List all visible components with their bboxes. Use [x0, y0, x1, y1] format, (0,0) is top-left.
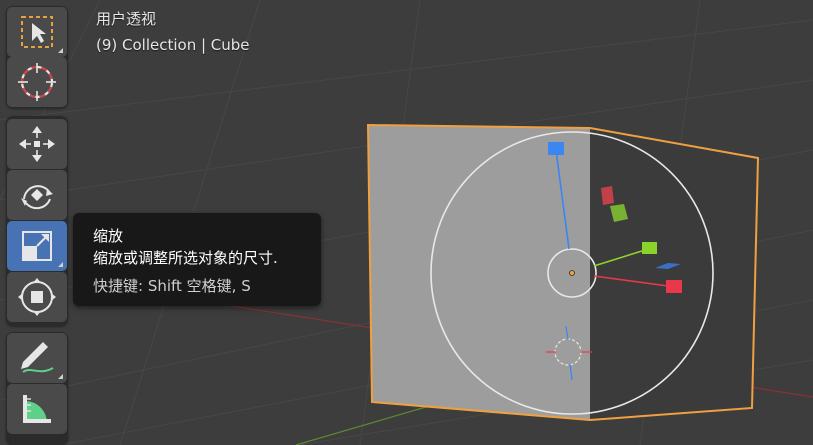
- select-box-icon: [21, 16, 53, 48]
- collection-info-label: (9) Collection | Cube: [96, 36, 250, 54]
- transform-icon: [18, 278, 56, 316]
- toolbar-group-annotate: [6, 332, 68, 445]
- cube-face-left: [368, 125, 590, 420]
- tooltip-shortcut: 快捷键: Shift 空格键, S: [93, 277, 251, 295]
- scale-tool-tooltip: 缩放 缩放或调整所选对象的尺寸. 快捷键: Shift 空格键, S: [73, 213, 321, 306]
- z-axis-handle[interactable]: [548, 142, 564, 155]
- tooltip-title: 缩放: [93, 227, 124, 245]
- tool-select-box-button[interactable]: [7, 7, 67, 57]
- tool-move-button[interactable]: [7, 119, 67, 169]
- view-name-label: 用户透视: [96, 10, 157, 28]
- toolbar-group-transform: [6, 116, 68, 326]
- xz-plane-handle[interactable]: [601, 186, 614, 205]
- tooltip-description: 缩放或调整所选对象的尺寸.: [93, 249, 278, 267]
- y-axis-handle[interactable]: [642, 242, 657, 254]
- gizmo-center-dot: [569, 270, 575, 276]
- cursor-icon: [18, 63, 56, 101]
- annotate-icon: [21, 342, 54, 373]
- tool-rotate-button[interactable]: [7, 170, 67, 220]
- cube-face-right: [590, 128, 758, 420]
- tool-measure-button[interactable]: [7, 384, 67, 434]
- measure-icon: [23, 395, 51, 423]
- x-axis-handle[interactable]: [666, 280, 682, 293]
- scale-icon: [22, 231, 52, 261]
- tool-annotate-button[interactable]: [7, 333, 67, 383]
- 3d-viewport[interactable]: 用户透视 (9) Collection | Cube 缩放 缩放或调整所选对象的…: [0, 0, 813, 445]
- move-icon: [19, 126, 55, 162]
- tool-transform-button[interactable]: [7, 272, 67, 322]
- cube-object[interactable]: [366, 123, 760, 422]
- tool-cursor-button[interactable]: [7, 57, 67, 107]
- tool-scale-button[interactable]: [7, 221, 67, 271]
- rotate-icon: [21, 185, 53, 210]
- toolbar-group-select: [6, 6, 68, 108]
